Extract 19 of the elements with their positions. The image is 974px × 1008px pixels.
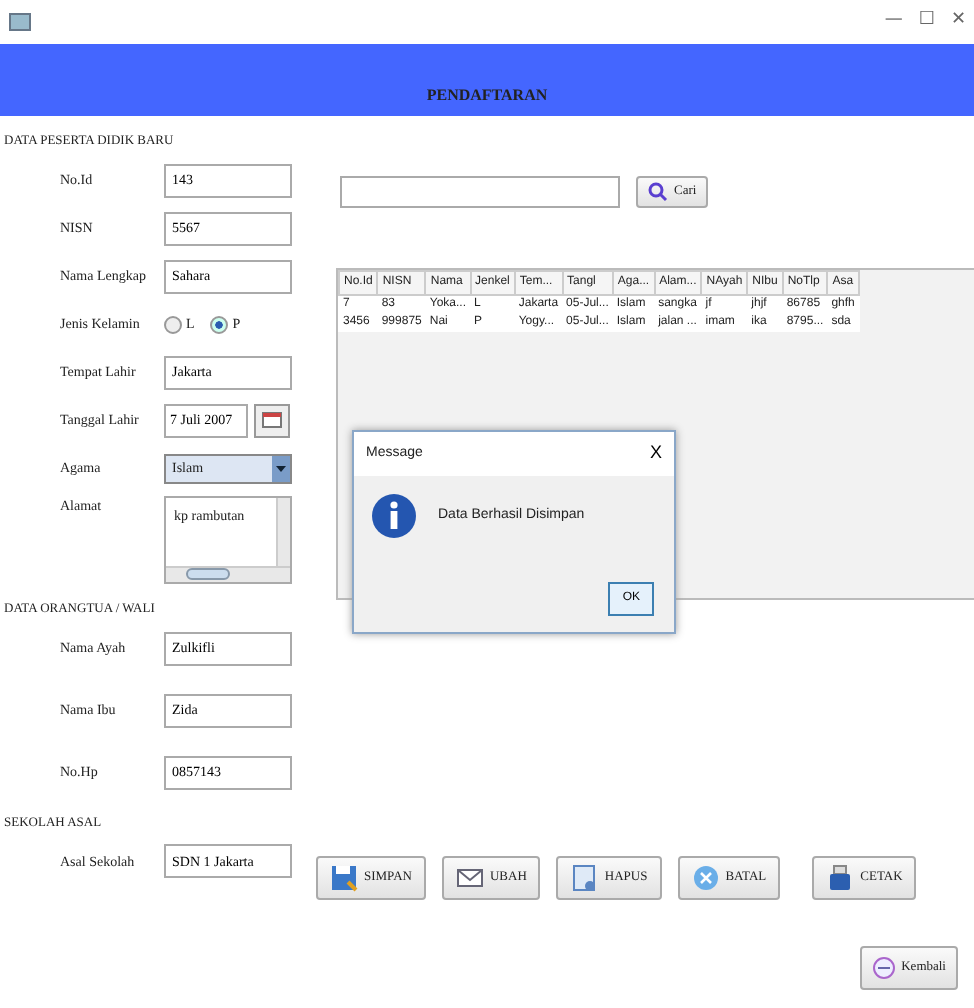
search-field[interactable] — [340, 176, 620, 208]
minus-circle-icon — [871, 956, 896, 980]
minimize-button[interactable]: — — [884, 8, 903, 36]
printer-icon — [826, 864, 855, 892]
horizontal-scrollbar[interactable] — [166, 565, 290, 582]
envelope-icon — [455, 864, 484, 892]
document-icon — [570, 864, 599, 892]
close-button[interactable]: X — [649, 440, 662, 468]
save-icon — [330, 864, 358, 892]
cancel-icon — [691, 864, 720, 892]
info-icon — [370, 492, 418, 540]
app-icon — [8, 10, 32, 34]
header-title: PENDAFTARAN — [426, 84, 548, 108]
search-icon — [648, 182, 668, 202]
calendar-button[interactable] — [254, 403, 290, 438]
vertical-scrollbar[interactable] — [276, 497, 290, 566]
close-button[interactable]: ✕ — [950, 8, 966, 36]
calendar-icon — [262, 412, 282, 429]
maximize-button[interactable]: ☐ — [918, 8, 935, 36]
